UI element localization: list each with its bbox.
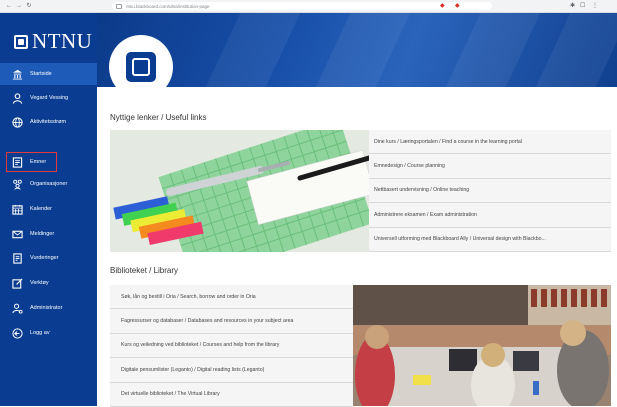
banner-decoration bbox=[299, 13, 415, 87]
list-item[interactable]: Kurs og veiledning ved biblioteket / Cou… bbox=[110, 333, 353, 359]
lock-icon bbox=[116, 3, 122, 9]
extensions-icon[interactable]: ✱ bbox=[570, 2, 575, 9]
grades-icon bbox=[11, 252, 23, 264]
sidebar-item-label: Aktivitetsstrøm bbox=[30, 119, 67, 125]
main-content: Nyttige lenker / Useful links Dine kurs … bbox=[97, 13, 617, 407]
sidebar-item-calendar[interactable]: Kalender bbox=[0, 198, 97, 220]
extension-icon[interactable]: ◆ bbox=[440, 2, 445, 9]
calendar-icon bbox=[11, 203, 23, 215]
back-icon[interactable]: ← bbox=[6, 2, 12, 10]
logo-text: NTNU bbox=[32, 29, 93, 53]
list-item[interactable]: Dine kurs / Læringsportalen / Find a cou… bbox=[369, 130, 611, 155]
sidebar-item-startside[interactable]: Startside bbox=[0, 63, 97, 85]
list-item[interactable]: Søk, lån og bestill i Oria / Search, bor… bbox=[110, 285, 353, 310]
ntnu-logo-icon bbox=[14, 34, 28, 49]
blackboard-icon bbox=[126, 52, 156, 82]
sidebar-item-label: Organisasjoner bbox=[30, 181, 68, 187]
address-text: ntnu.blackboard.com/ultra/institution-pa… bbox=[126, 3, 210, 9]
sidebar: NTNU Startside Vegard Vessing Aktivitets… bbox=[0, 13, 97, 406]
admin-icon bbox=[11, 302, 23, 314]
sidebar-item-label: Administrator bbox=[30, 305, 63, 311]
sidebar-item-label: Vurderinger bbox=[30, 255, 59, 261]
sidebar-item-messages[interactable]: Meldinger bbox=[0, 223, 97, 245]
list-item[interactable]: Det virtuelle biblioteket / The Virtual … bbox=[110, 382, 353, 407]
library-title: Biblioteket / Library bbox=[110, 266, 179, 275]
browser-nav: ← → ↻ bbox=[0, 2, 110, 10]
reload-icon[interactable]: ↻ bbox=[26, 2, 32, 10]
sidebar-item-label: Startside bbox=[30, 71, 52, 77]
bookmark-icon[interactable]: ☐ bbox=[580, 2, 585, 9]
address-bar[interactable]: ntnu.blackboard.com/ultra/institution-pa… bbox=[112, 2, 492, 10]
forward-icon[interactable]: → bbox=[16, 2, 22, 10]
menu-icon[interactable]: ⋮ bbox=[592, 2, 598, 9]
useful-links-image bbox=[110, 130, 369, 252]
emner-highlight-box bbox=[6, 152, 57, 172]
page-banner bbox=[97, 13, 617, 87]
sidebar-item-label: Logg av bbox=[30, 330, 50, 336]
sidebar-item-admin[interactable]: Administrator bbox=[0, 297, 97, 319]
banner-decoration bbox=[189, 13, 305, 87]
sidebar-item-logout[interactable]: Logg av bbox=[0, 322, 97, 344]
sidebar-item-profile[interactable]: Vegard Vessing bbox=[0, 87, 97, 109]
extension-icon[interactable]: ◆ bbox=[455, 2, 460, 9]
browser-toolbar: ← → ↻ ntnu.blackboard.com/ultra/institut… bbox=[0, 0, 617, 13]
list-item[interactable]: Nettbasert undervisning / Online teachin… bbox=[369, 178, 611, 204]
useful-links-list: Dine kurs / Læringsportalen / Find a cou… bbox=[369, 130, 611, 252]
ntnu-logo[interactable]: NTNU bbox=[14, 29, 92, 54]
institution-icon bbox=[11, 68, 23, 80]
tools-icon bbox=[11, 277, 23, 289]
sidebar-item-grades[interactable]: Vurderinger bbox=[0, 247, 97, 269]
person-icon bbox=[11, 92, 23, 104]
list-item[interactable]: Fagressurser og databaser / Databases an… bbox=[110, 309, 353, 334]
sidebar-item-label: Meldinger bbox=[30, 231, 55, 237]
sidebar-item-label: Vegard Vessing bbox=[30, 95, 69, 101]
banner-decoration bbox=[429, 13, 545, 87]
sidebar-item-activity[interactable]: Aktivitetsstrøm bbox=[0, 111, 97, 133]
sidebar-item-label: Kalender bbox=[30, 206, 53, 212]
list-item[interactable]: Universell utforming med Blackboard Ally… bbox=[369, 227, 611, 252]
sidebar-item-label: Verktøy bbox=[30, 280, 49, 286]
mail-icon bbox=[11, 228, 23, 240]
library-links-list: Søk, lån og bestill i Oria / Search, bor… bbox=[110, 285, 353, 407]
sidebar-item-organizations[interactable]: Organisasjoner bbox=[0, 173, 97, 195]
organizations-icon bbox=[11, 178, 23, 190]
list-item[interactable]: Emnedesign / Course planning bbox=[369, 154, 611, 179]
logout-icon bbox=[11, 327, 23, 339]
list-item[interactable]: Administrere eksamen / Exam administrati… bbox=[369, 203, 611, 228]
list-item[interactable]: Digitale pensumlister (Leganto) / Digita… bbox=[110, 358, 353, 383]
sidebar-item-tools[interactable]: Verktøy bbox=[0, 272, 97, 294]
course-logo bbox=[109, 35, 173, 99]
useful-links-title: Nyttige lenker / Useful links bbox=[110, 113, 207, 122]
globe-icon bbox=[11, 116, 23, 128]
library-image bbox=[353, 285, 611, 406]
